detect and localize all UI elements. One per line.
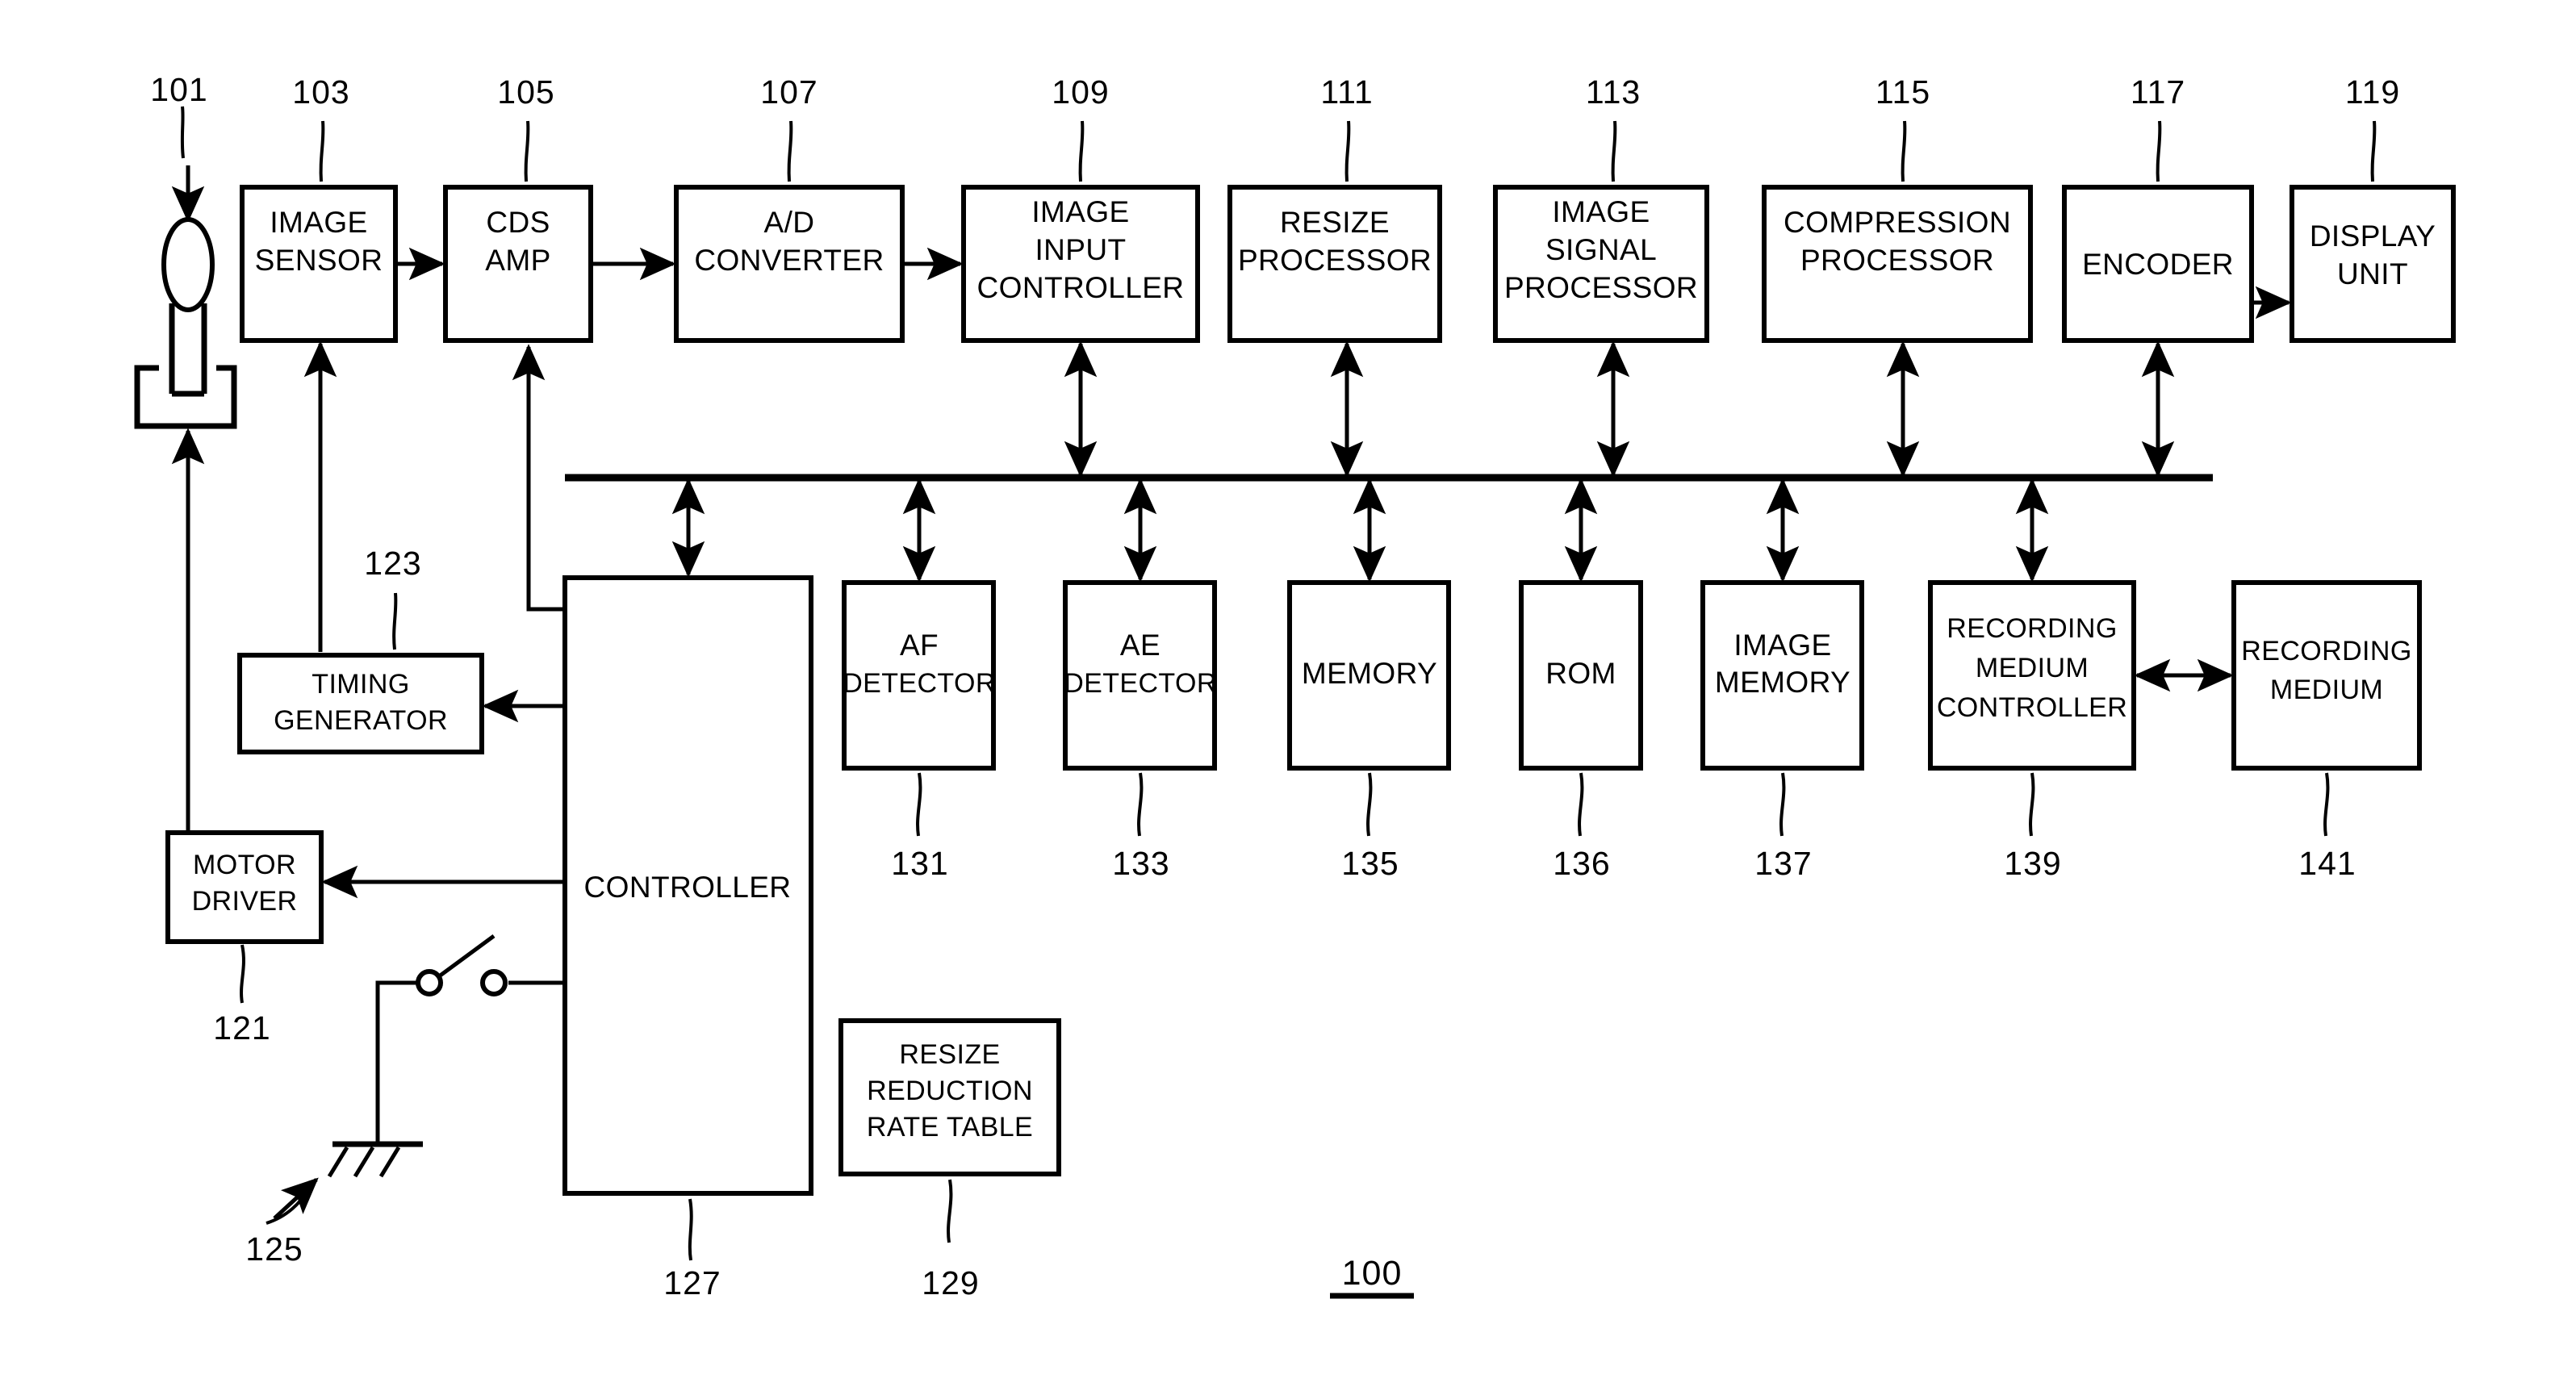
- block-af-detector-line2: DETECTOR: [843, 668, 996, 699]
- ref-number-lens: 101: [150, 71, 207, 108]
- block-display-unit-line1: DISPLAY: [2310, 219, 2436, 253]
- block-controller[interactable]: CONTROLLER 127: [562, 575, 813, 1301]
- block-rom-label: ROM: [1545, 657, 1616, 690]
- block-motor-driver-line1: MOTOR: [193, 850, 296, 880]
- ref-number-121: 121: [213, 1009, 270, 1047]
- ref-number-133: 133: [1112, 845, 1169, 882]
- ref-number-129: 129: [922, 1264, 979, 1301]
- block-image-memory-line1: IMAGE: [1733, 629, 1831, 662]
- block-controller-label: CONTROLLER: [584, 871, 792, 904]
- block-timing-generator-line2: GENERATOR: [274, 705, 448, 736]
- block-rrt-line3: RATE TABLE: [867, 1112, 1033, 1143]
- block-ae-detector-line1: AE: [1120, 629, 1160, 662]
- leader-line-lens: [180, 106, 185, 159]
- lens-element-icon: [161, 217, 215, 312]
- block-compression-processor-line2: PROCESSOR: [1800, 244, 1994, 277]
- block-resize-processor-line1: RESIZE: [1280, 206, 1390, 239]
- block-resize-processor-line2: PROCESSOR: [1238, 244, 1432, 277]
- switch-contact-right[interactable]: [480, 969, 508, 996]
- block-image-signal-processor-line1: IMAGE: [1552, 195, 1650, 228]
- block-ae-detector-line2: DETECTOR: [1064, 668, 1217, 699]
- block-display-unit-line2: UNIT: [2337, 257, 2408, 290]
- block-af-detector-line1: AF: [900, 629, 939, 662]
- ref-number-113: 113: [1586, 73, 1641, 111]
- block-image-sensor-line2: SENSOR: [255, 244, 383, 277]
- block-rmc-line1: RECORDING: [1947, 613, 2117, 644]
- leader-line-123: [392, 592, 398, 650]
- block-rrt-line1: RESIZE: [899, 1039, 1000, 1070]
- system-reference-100: 100: [1330, 1254, 1414, 1299]
- block-motor-driver-line2: DRIVER: [192, 886, 298, 917]
- ref-number-137: 137: [1754, 845, 1812, 882]
- ref-number-115: 115: [1876, 73, 1930, 111]
- ref-number-100: 100: [1342, 1254, 1403, 1293]
- block-rrt-line2: REDUCTION: [867, 1076, 1033, 1106]
- block-image-sensor-line1: IMAGE: [270, 206, 367, 239]
- block-image-memory-line2: MEMORY: [1715, 666, 1850, 699]
- ref-number-135: 135: [1341, 845, 1399, 882]
- block-compression-processor-line1: COMPRESSION: [1784, 206, 2011, 239]
- block-ad-converter-line2: CONVERTER: [694, 244, 884, 277]
- block-memory-label: MEMORY: [1302, 657, 1437, 690]
- block-cds-amp-line2: AMP: [485, 244, 550, 277]
- ref-number-111: 111: [1320, 73, 1373, 111]
- ref-number-105: 105: [497, 73, 554, 111]
- block-recording-medium-line2: MEDIUM: [2270, 675, 2383, 705]
- leader-line-127: [688, 1198, 693, 1261]
- block-rmc-line3: CONTROLLER: [1937, 692, 2127, 723]
- block-timing-generator-line1: TIMING: [312, 669, 409, 700]
- ref-number-136: 136: [1553, 845, 1610, 882]
- ref-number-109: 109: [1052, 73, 1109, 111]
- switch-contact-left[interactable]: [416, 969, 443, 996]
- ref-number-141: 141: [2298, 845, 2356, 882]
- patent-block-diagram: 101 IMAGE SENSOR 103 CDS AMP 105 A/D CON…: [0, 0, 2576, 1387]
- ref-number-139: 139: [2004, 845, 2061, 882]
- block-ad-converter-line1: A/D: [764, 206, 815, 239]
- ref-number-131: 131: [891, 845, 948, 882]
- block-image-signal-processor-line2: SIGNAL: [1545, 233, 1657, 266]
- block-image-input-controller-line3: CONTROLLER: [977, 271, 1185, 304]
- ref-number-117: 117: [2131, 73, 2185, 111]
- ref-number-125: 125: [245, 1230, 303, 1268]
- block-rmc-line2: MEDIUM: [1976, 653, 2089, 683]
- ref-number-107: 107: [760, 73, 818, 111]
- ref-number-119: 119: [2345, 73, 2400, 111]
- block-recording-medium-line1: RECORDING: [2241, 636, 2411, 666]
- block-image-signal-processor-line3: PROCESSOR: [1504, 271, 1698, 304]
- block-image-input-controller-line2: INPUT: [1035, 233, 1127, 266]
- block-cds-amp-line1: CDS: [486, 206, 550, 239]
- ref-number-123: 123: [364, 545, 421, 582]
- ref-number-127: 127: [663, 1264, 721, 1301]
- ref-number-103: 103: [292, 73, 349, 111]
- block-image-input-controller-line1: IMAGE: [1031, 195, 1129, 228]
- block-encoder-line1: ENCODER: [2082, 248, 2234, 281]
